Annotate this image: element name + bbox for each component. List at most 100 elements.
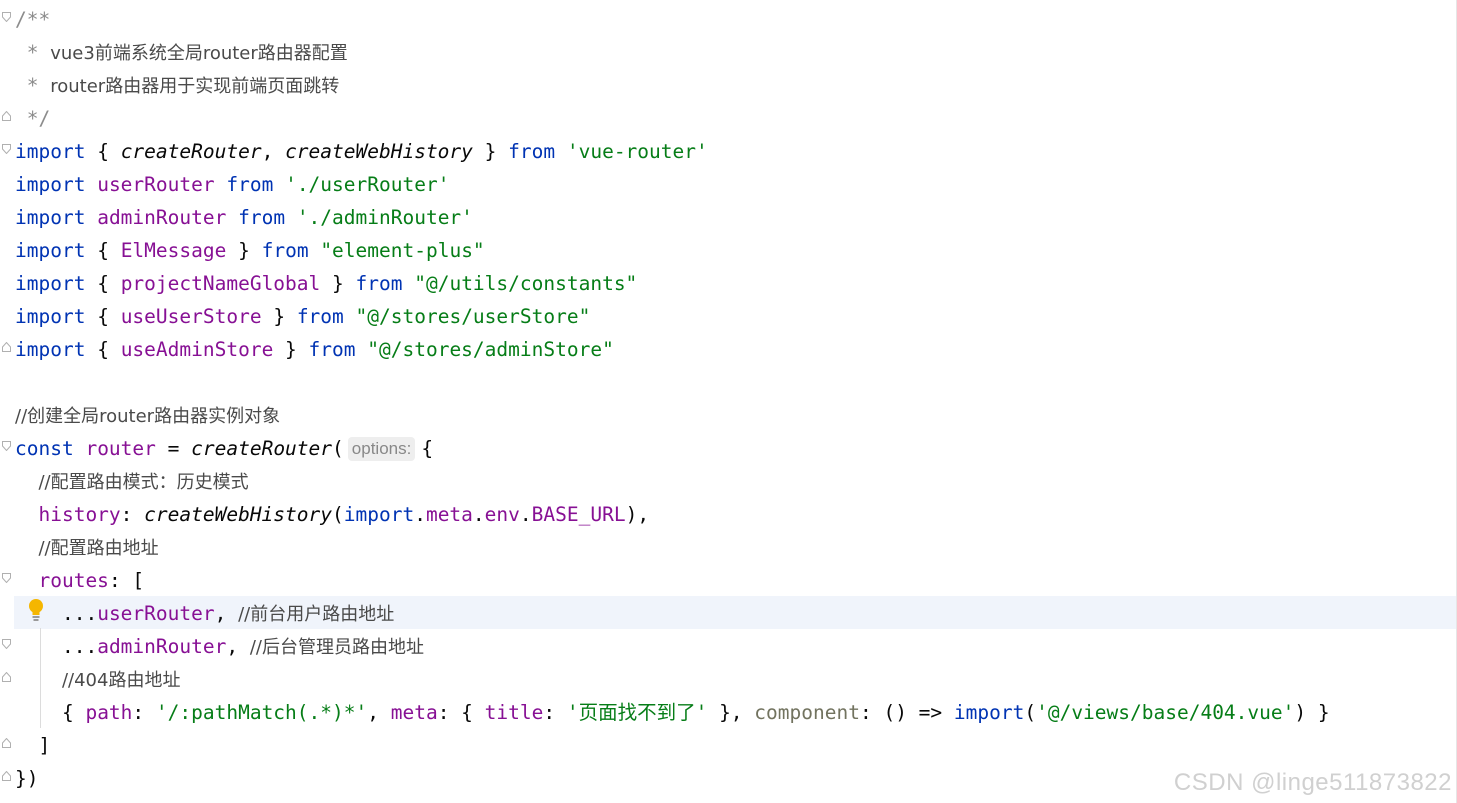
identifier: userRouter	[97, 173, 215, 196]
property: meta	[390, 701, 438, 724]
keyword: import	[15, 338, 86, 361]
operator: =	[155, 437, 192, 460]
fold-open-icon[interactable]	[2, 12, 11, 22]
identifier: ElMessage	[120, 239, 227, 262]
punctuation: : {	[437, 701, 485, 724]
code-line[interactable]: import { ElMessage } from "element-plus"	[15, 234, 485, 267]
property: BASE_URL	[531, 503, 626, 526]
identifier: useUserStore	[120, 305, 262, 328]
identifier: userRouter	[97, 602, 215, 625]
code-line[interactable]: * vue3前端系统全局router路由器配置	[15, 36, 348, 69]
property: component	[754, 701, 860, 724]
line-comment: //配置路由地址	[38, 538, 159, 559]
parameter-hint: options:	[347, 437, 416, 461]
code-line[interactable]: ...userRouter, //前台用户路由地址	[15, 597, 394, 630]
fold-open-icon[interactable]	[2, 639, 11, 649]
string-literal: './adminRouter'	[296, 206, 473, 229]
keyword: from	[355, 272, 403, 295]
fold-close-icon[interactable]	[2, 771, 11, 781]
code-line[interactable]: import { createRouter, createWebHistory …	[15, 135, 708, 168]
code-line[interactable]: //配置路由模式：历史模式	[15, 465, 249, 498]
code-line[interactable]: /**	[15, 3, 50, 36]
punctuation: ,	[214, 602, 239, 625]
code-line[interactable]: import userRouter from './userRouter'	[15, 168, 449, 201]
code-line[interactable]: const router = createRouter(options:{	[15, 432, 433, 465]
keyword: import	[15, 239, 86, 262]
property: meta	[425, 503, 473, 526]
fold-open-icon[interactable]	[2, 573, 11, 583]
identifier: adminRouter	[97, 635, 227, 658]
punctuation: ,	[226, 635, 250, 658]
property: path	[85, 701, 133, 724]
punctuation: .	[472, 503, 485, 526]
code-line[interactable]: })	[15, 762, 38, 795]
function-call: createWebHistory	[144, 503, 332, 526]
punctuation: {	[61, 701, 86, 724]
punctuation: :	[543, 701, 567, 724]
keyword: from	[508, 140, 556, 163]
line-comment: //前台用户路由地址	[238, 604, 395, 625]
keyword: import	[15, 140, 86, 163]
punctuation: (	[1024, 701, 1037, 724]
keyword: import	[15, 206, 86, 229]
property: routes	[38, 569, 109, 592]
code-line[interactable]: import { useAdminStore } from "@/stores/…	[15, 333, 614, 366]
punctuation: .	[519, 503, 532, 526]
punctuation: ,	[367, 701, 391, 724]
string-literal: '/:pathMatch(.*)*'	[155, 701, 368, 724]
doc-comment: */	[15, 107, 51, 130]
code-line[interactable]: * router路由器用于实现前端页面跳转	[15, 69, 339, 102]
string-literal: "element-plus"	[320, 239, 485, 262]
string-literal: '@/views/base/404.vue'	[1036, 701, 1295, 724]
punctuation: {	[421, 437, 434, 460]
code-line[interactable]: import adminRouter from './adminRouter'	[15, 201, 473, 234]
doc-comment-text: vue3前端系统全局router路由器配置	[50, 43, 348, 64]
operator: ...	[61, 602, 98, 625]
doc-comment-text: router路由器用于实现前端页面跳转	[50, 76, 340, 97]
code-line[interactable]: routes: [	[15, 564, 144, 597]
keyword: import	[15, 272, 86, 295]
fold-close-icon[interactable]	[2, 738, 11, 748]
code-line[interactable]: import { useUserStore } from "@/stores/u…	[15, 300, 590, 333]
fold-close-icon[interactable]	[2, 672, 11, 682]
punctuation: (	[332, 437, 344, 460]
punctuation: })	[15, 767, 39, 790]
keyword: const	[15, 437, 74, 460]
punctuation: ) }	[1294, 701, 1330, 724]
fold-close-icon[interactable]	[2, 111, 11, 121]
punctuation: }	[472, 140, 509, 163]
punctuation: .	[414, 503, 426, 526]
code-line[interactable]: //配置路由地址	[15, 531, 159, 564]
code-line[interactable]: ...adminRouter, //后台管理员路由地址	[15, 630, 424, 663]
function-call: createRouter	[191, 437, 333, 460]
string-literal: 'vue-router'	[566, 140, 708, 163]
keyword: import	[15, 173, 86, 196]
fold-open-icon[interactable]	[2, 441, 11, 451]
identifier: projectNameGlobal	[120, 272, 321, 295]
punctuation: ]	[38, 734, 51, 757]
line-comment: //配置路由模式：历史模式	[38, 472, 249, 493]
code-editor[interactable]: /** * vue3前端系统全局router路由器配置 * router路由器用…	[0, 0, 1457, 803]
code-line[interactable]: //创建全局router路由器实例对象	[15, 399, 280, 432]
code-line[interactable]: //404路由地址	[15, 663, 181, 696]
keyword: from	[308, 338, 356, 361]
punctuation: :	[132, 701, 156, 724]
string-literal: "@/stores/adminStore"	[367, 338, 614, 361]
identifier: adminRouter	[97, 206, 227, 229]
keyword: from	[226, 173, 274, 196]
property: title	[484, 701, 544, 724]
code-line[interactable]: { path: '/:pathMatch(.*)*', meta: { titl…	[15, 696, 1330, 729]
keyword: import	[953, 701, 1025, 724]
punctuation: : () =>	[859, 701, 954, 724]
code-line[interactable]: ]	[15, 729, 50, 762]
fold-open-icon[interactable]	[2, 144, 11, 154]
identifier: createRouter	[120, 140, 262, 163]
operator: ...	[61, 635, 98, 658]
code-line[interactable]: */	[15, 102, 51, 135]
fold-close-icon[interactable]	[2, 342, 11, 352]
code-line[interactable]: history: createWebHistory(import.meta.en…	[15, 498, 649, 531]
punctuation: : [	[108, 569, 145, 592]
watermark: CSDN @linge511873822	[1173, 769, 1452, 796]
code-line[interactable]: import { projectNameGlobal } from "@/uti…	[15, 267, 637, 300]
punctuation: ),	[625, 503, 650, 526]
